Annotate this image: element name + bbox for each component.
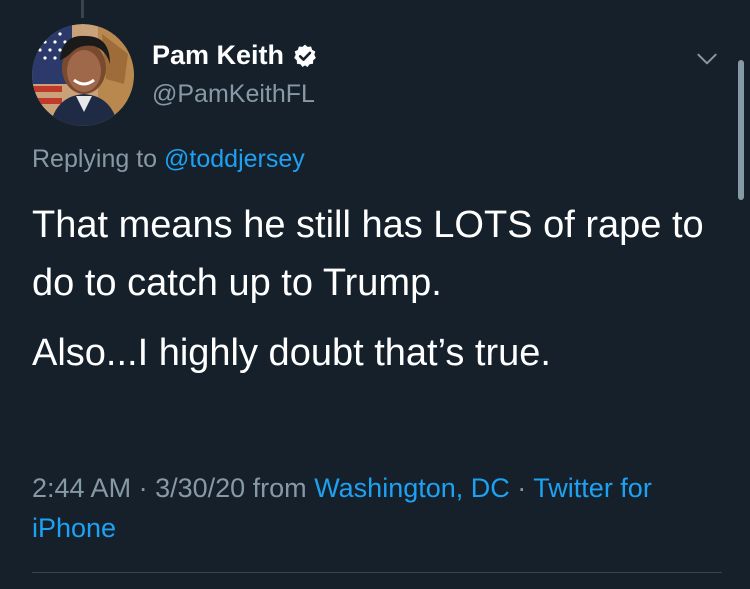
- chevron-down-icon[interactable]: [694, 46, 720, 72]
- divider: [32, 572, 722, 573]
- tweet-paragraph: Also...I highly doubt that’s true.: [32, 332, 551, 374]
- author-handle[interactable]: @PamKeithFL: [152, 80, 315, 109]
- replying-to-line: Replying to @toddjersey: [32, 145, 305, 174]
- avatar[interactable]: [32, 24, 134, 126]
- tweet-date[interactable]: 3/30/20: [155, 473, 245, 503]
- replying-to-label: Replying to: [32, 145, 158, 173]
- tweet-time[interactable]: 2:44 AM: [32, 473, 131, 503]
- replying-to-mention[interactable]: @toddjersey: [164, 145, 305, 173]
- tweet-location-link[interactable]: Washington, DC: [314, 473, 510, 503]
- author-name-row[interactable]: Pam Keith: [152, 40, 318, 71]
- meta-separator: ·: [131, 473, 156, 503]
- author-name[interactable]: Pam Keith: [152, 40, 284, 71]
- tweet-text: That means he still has LOTS of rape to …: [32, 196, 722, 382]
- tweet-metadata: 2:44 AM · 3/30/20 from Washington, DC · …: [32, 468, 722, 548]
- scrollbar-thumb[interactable]: [738, 60, 744, 200]
- meta-separator: ·: [509, 473, 534, 503]
- thread-connector-line: [81, 0, 84, 18]
- tweet-paragraph: That means he still has LOTS of rape to …: [32, 204, 704, 304]
- avatar-image: [32, 24, 134, 126]
- from-label: from: [252, 473, 307, 503]
- verified-badge-icon: [292, 43, 318, 69]
